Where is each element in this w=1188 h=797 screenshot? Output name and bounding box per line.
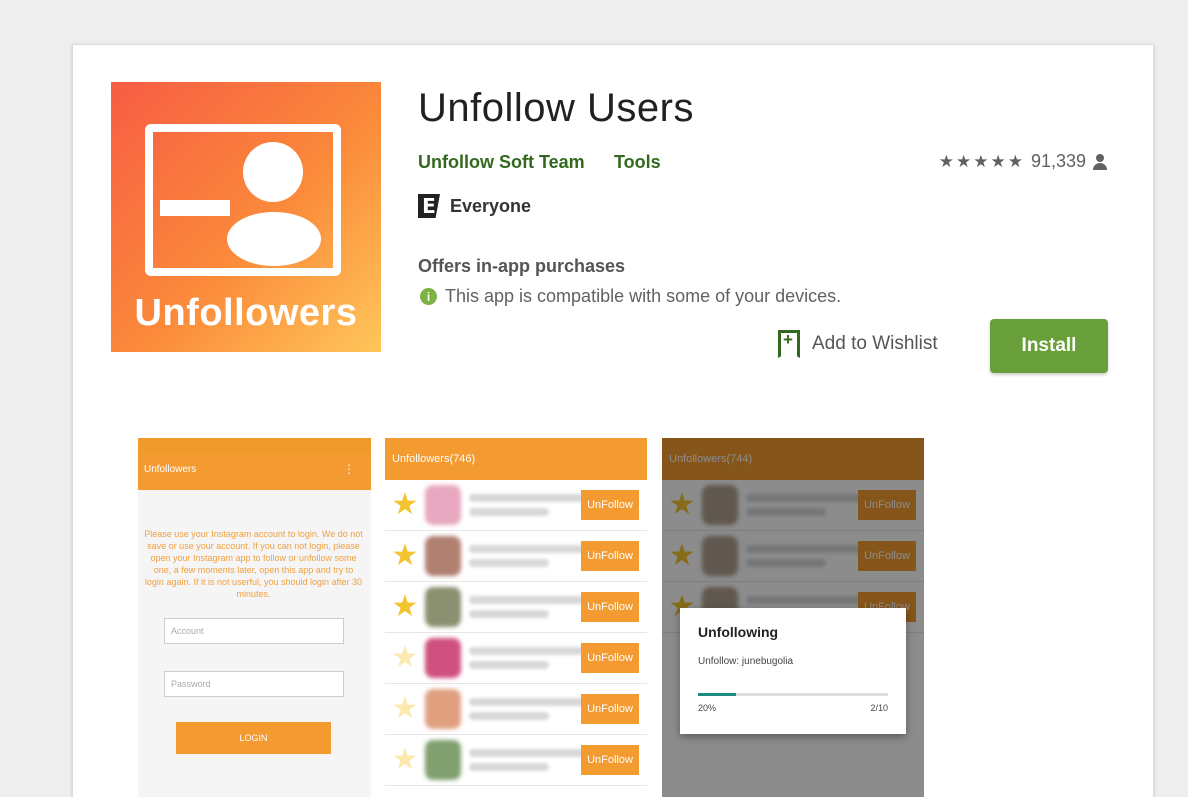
list-item: ★ UnFollow [385, 480, 647, 531]
progress-track [698, 693, 888, 696]
list-item: ★ UnFollow [385, 633, 647, 684]
list-item: ★ UnFollow [385, 582, 647, 633]
account-field: Account [164, 618, 344, 644]
overflow-menu-icon: ⋮ [343, 462, 355, 476]
favorite-star-icon: ★ [391, 539, 419, 572]
app-icon: Unfollowers [111, 82, 381, 352]
wishlist-label: Add to Wishlist [812, 333, 938, 354]
avatar [425, 740, 461, 780]
app-bar-title: Unfollowers(746) [385, 438, 647, 480]
compatibility-note: i This app is compatible with some of yo… [420, 286, 841, 307]
favorite-star-icon: ★ [391, 641, 419, 674]
list-item: ★ UnFollow [385, 684, 647, 735]
avatar [425, 638, 461, 678]
status-bar [138, 438, 371, 452]
favorite-star-icon: ★ [391, 692, 419, 725]
progress-percent: 20% [698, 703, 717, 713]
content-rating: E Everyone [418, 194, 531, 218]
rating-count: 91,339 [1030, 151, 1086, 171]
unfollow-button: UnFollow [581, 694, 639, 724]
person-icon [1092, 153, 1108, 170]
favorite-star-icon: ★ [391, 488, 419, 521]
rating-stars: ★★★★★ [938, 151, 1025, 171]
unfollow-button: UnFollow [581, 541, 639, 571]
unfollow-button: UnFollow [581, 745, 639, 775]
avatar [425, 485, 461, 525]
progress-dialog: Unfollowing Unfollow: junebugolia 20% 2/… [680, 608, 906, 734]
developer-link[interactable]: Unfollow Soft Team [418, 152, 585, 173]
add-to-wishlist-button[interactable]: Add to Wishlist [778, 330, 938, 358]
content-rating-label: Everyone [450, 195, 532, 216]
screenshot-login[interactable]: Unfollowers ⋮ Please use your Instagram … [138, 438, 371, 797]
screenshot-unfollowing-dialog[interactable]: Unfollowers(744) ★ UnFollow ★ UnFollow ★ UnFo… [662, 438, 924, 797]
esrb-everyone-icon: E [418, 194, 440, 218]
progress-count: 2/10 [870, 703, 888, 713]
in-app-purchases-note: Offers in-app purchases [418, 256, 626, 276]
app-icon-label: Unfollowers [134, 292, 358, 334]
compatibility-text: This app is compatible with some of your… [445, 286, 842, 306]
favorite-star-icon: ★ [391, 743, 419, 776]
avatar [425, 536, 461, 576]
list-item: ★ UnFollow [385, 531, 647, 582]
install-button[interactable]: Install [990, 319, 1108, 373]
minus-shape [160, 200, 230, 216]
login-button: LOGIN [176, 722, 331, 754]
category-link[interactable]: Tools [614, 152, 661, 173]
rating-summary[interactable]: ★★★★★ 91,339 [939, 151, 1108, 172]
dialog-message: Unfollow: junebugolia [698, 656, 794, 667]
app-bar-title: Unfollowers [144, 464, 197, 475]
user-body-shape [227, 212, 321, 266]
list-item: ★ UnFollow [385, 735, 647, 786]
password-field: Password [164, 671, 344, 697]
progress-fill [698, 693, 736, 696]
info-icon: i [420, 288, 437, 305]
dialog-title: Unfollowing [698, 624, 779, 640]
app-bar: Unfollowers ⋮ [138, 452, 371, 490]
unfollow-button: UnFollow [581, 643, 639, 673]
app-title: Unfollow Users [418, 86, 694, 130]
bookmark-add-icon [778, 330, 800, 358]
unfollow-button: UnFollow [581, 490, 639, 520]
favorite-star-icon: ★ [391, 590, 419, 623]
user-head-shape [243, 142, 303, 202]
screenshot-unfollowers-list[interactable]: Unfollowers(746) ★ UnFollow ★ UnFollow ★ UnFo… [385, 438, 647, 797]
login-instructions: Please use your Instagram account to log… [144, 529, 363, 599]
avatar [425, 587, 461, 627]
unfollow-button: UnFollow [581, 592, 639, 622]
avatar [425, 689, 461, 729]
unfollowers-list: ★ UnFollow ★ UnFollow ★ UnFollow ★ UnFollow ★ UnF… [385, 480, 647, 786]
